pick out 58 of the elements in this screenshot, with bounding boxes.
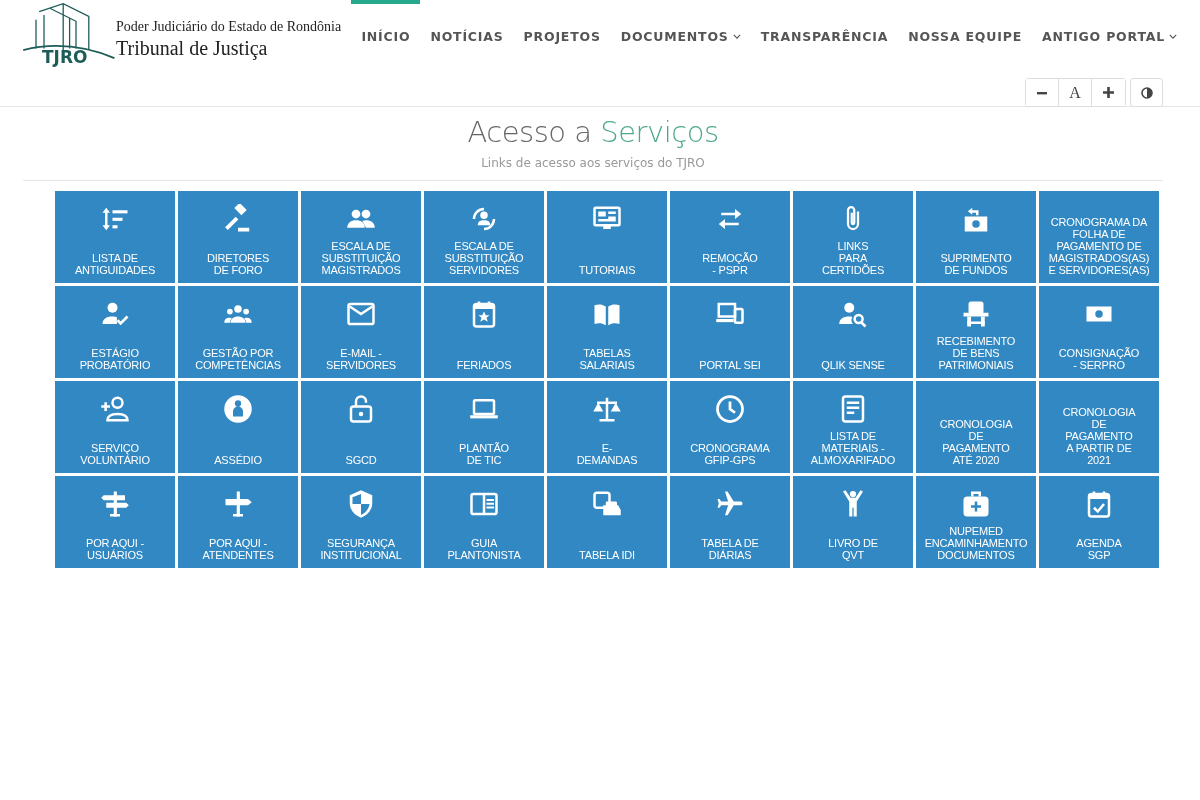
nav-link[interactable]: DOCUMENTOS	[610, 0, 751, 42]
service-tile[interactable]: ESTÁGIO PROBATÓRIO	[55, 286, 175, 378]
service-tile[interactable]: RECEBIMENTO DE BENS PATRIMONIAIS	[916, 286, 1036, 378]
service-tile[interactable]: POR AQUI - ATENDENTES	[178, 476, 298, 568]
service-tile[interactable]: NUPEMED ENCAMINHAMENTO DOCUMENTOS	[916, 476, 1036, 568]
decrease-font-button[interactable]	[1026, 79, 1059, 106]
service-tile[interactable]: CRONOLOGIA DE PAGAMENTO ATÉ 2020	[916, 381, 1036, 473]
plus-icon	[1103, 87, 1114, 98]
service-tile[interactable]: GESTÃO POR COMPETÊNCIAS	[178, 286, 298, 378]
service-tile[interactable]: PLANTÃO DE TIC	[424, 381, 544, 473]
service-tile[interactable]: TABELA IDI	[547, 476, 667, 568]
service-tile[interactable]: CONSIGNAÇÃO - SERPRO	[1039, 286, 1159, 378]
service-tile[interactable]: QLIK SENSE	[793, 286, 913, 378]
service-tile[interactable]: LINKS PARA CERTIDÕES	[793, 191, 913, 283]
service-tile[interactable]: GUIA PLANTONISTA	[424, 476, 544, 568]
service-tile[interactable]: AGENDA SGP	[1039, 476, 1159, 568]
service-tile[interactable]: E-MAIL - SERVIDORES	[301, 286, 421, 378]
nav-link[interactable]: ANTIGO PORTAL	[1032, 0, 1187, 42]
service-tile[interactable]: TABELAS SALARIAIS	[547, 286, 667, 378]
service-tile[interactable]: CRONOGRAMA GFIP-GPS	[670, 381, 790, 473]
logo-subtitle: Poder Judiciário do Estado de Rondônia	[116, 18, 342, 36]
signpost-icon	[100, 489, 130, 519]
service-tile[interactable]: ESCALA DE SUBSTITUIÇÃO SERVIDORES	[424, 191, 544, 283]
nav-link[interactable]: INÍCIO	[351, 0, 421, 42]
service-tile[interactable]: LIVRO DE QVT	[793, 476, 913, 568]
service-tile[interactable]: SGCD	[301, 381, 421, 473]
contrast-icon	[1140, 86, 1153, 99]
service-tile[interactable]: LISTA DE ANTIGUIDADES	[55, 191, 175, 283]
service-tile[interactable]: SERVIÇO VOLUNTÁRIO	[55, 381, 175, 473]
nav-link[interactable]: NOTÍCIAS	[420, 0, 514, 42]
nav-link[interactable]: NOSSA EQUIPE	[898, 0, 1032, 42]
service-tile[interactable]: CRONOGRAMA DA FOLHA DE PAGAMENTO DE MAGISTRADOS(AS) E SERVIDORES(AS)	[1039, 191, 1159, 283]
service-tile[interactable]: SEGURANÇA INSTITUCIONAL	[301, 476, 421, 568]
service-tile[interactable]: TUTORIAIS	[547, 191, 667, 283]
service-tile[interactable]: ESCALA DE SUBSTITUIÇÃO MAGISTRADOS	[301, 191, 421, 283]
nav-link[interactable]: TRANSPARÊNCIA	[750, 0, 899, 42]
service-tile[interactable]: FERIADOS	[424, 286, 544, 378]
service-tile[interactable]: POR AQUI - USUÁRIOS	[55, 476, 175, 568]
service-tile[interactable]: PORTAL SEI	[670, 286, 790, 378]
service-tile[interactable]: LISTA DE MATERIAIS - ALMOXARIFADO	[793, 381, 913, 473]
signpost-icon	[223, 489, 253, 519]
logo-abbreviation: TJRO	[42, 47, 88, 67]
service-tile[interactable]: ASSÉDIO	[178, 381, 298, 473]
service-tile[interactable]: TABELA DE DIÁRIAS	[670, 476, 790, 568]
section-subtitle: Links de acesso aos serviços do TJRO	[480, 156, 706, 170]
nav-link[interactable]: PROJETOS	[513, 0, 611, 42]
person-add-icon	[100, 394, 130, 424]
service-tile[interactable]: SUPRIMENTO DE FUNDOS	[916, 191, 1036, 283]
section-title: Acesso a Serviços	[466, 115, 720, 149]
service-tile[interactable]: REMOÇÃO - PSPR	[670, 191, 790, 283]
armchair-icon	[961, 299, 991, 329]
medical-bag-icon	[961, 489, 991, 519]
clock-icon	[715, 394, 745, 424]
service-tile[interactable]: E- DEMANDAS	[547, 381, 667, 473]
service-tile[interactable]: CRONOLOGIA DE PAGAMENTO A PARTIR DE 2021	[1039, 381, 1159, 473]
contrast-button[interactable]	[1130, 78, 1163, 107]
service-tile[interactable]: DIRETORES DE FORO	[178, 191, 298, 283]
logo-title: Tribunal de Justiça	[116, 36, 269, 60]
